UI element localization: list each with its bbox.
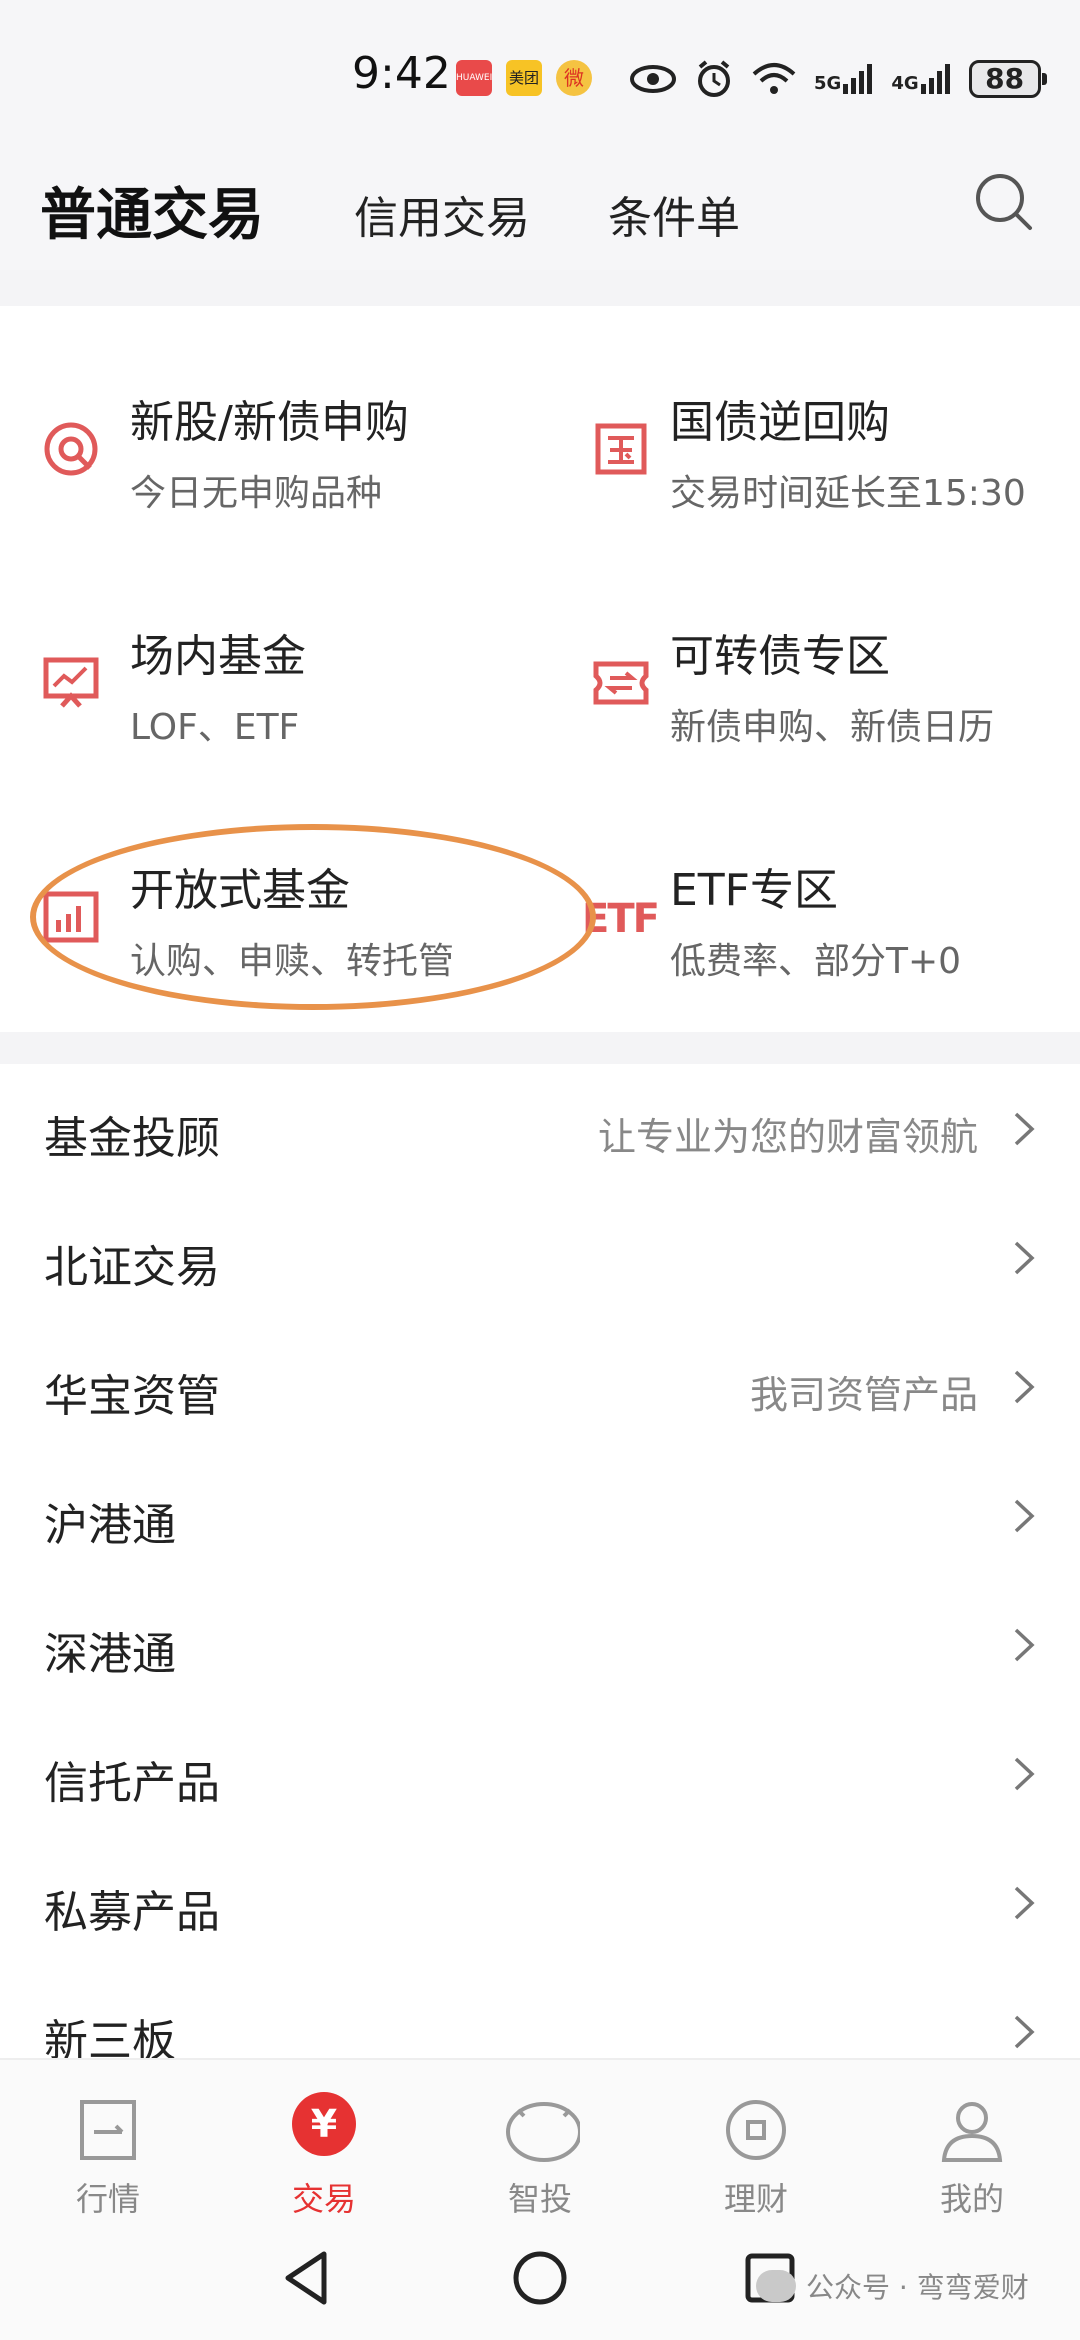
list-item-fund-advisory[interactable]: 基金投顾 让专业为您的财富领航 <box>0 1064 1080 1193</box>
convertible-bond-icon <box>593 661 649 705</box>
smart-invest-icon <box>506 2102 580 2162</box>
trade-grid: 新股/新债申购 今日无申购品种 国债逆回购 交易时间延长至15:30 场内基金 … <box>0 306 1080 1032</box>
system-icons: 5G 4G 88 <box>630 54 1047 104</box>
tab-normal-trade[interactable]: 普通交易 <box>40 170 264 251</box>
eye-icon <box>630 65 676 93</box>
grid-item-open-end-fund[interactable]: 开放式基金 认购、申赎、转托管 <box>0 774 540 1008</box>
tabbar-label: 智投 <box>507 2180 572 2218</box>
signal-5g: 5G <box>814 64 873 94</box>
list-item-label: 北证交易 <box>44 1242 220 1293</box>
grid-subtitle: 交易时间延长至15:30 <box>670 473 1026 514</box>
grid-title: 新股/新债申购 <box>130 397 409 448</box>
list-item-trust-products[interactable]: 信托产品 <box>0 1709 1080 1838</box>
back-icon[interactable] <box>276 2246 340 2310</box>
section-divider <box>0 1032 1080 1064</box>
system-nav-bar: 公众号 · 弯弯爱财 <box>0 2218 1080 2340</box>
grid-item-convertible-bond[interactable]: 可转债专区 新债申购、新债日历 <box>540 540 1080 774</box>
list-item-label: 深港通 <box>44 1629 176 1680</box>
grid-subtitle: 新债申购、新债日历 <box>670 707 995 748</box>
list-item-huabao-am[interactable]: 华宝资管 我司资管产品 <box>0 1322 1080 1451</box>
battery-indicator: 88 <box>968 60 1047 98</box>
tabbar-item-profile[interactable]: 我的 <box>864 2060 1080 2220</box>
status-bar: 9:42 HUAWEI 美团 微 5G 4G 88 <box>0 0 1080 140</box>
profile-icon <box>941 2102 1003 2162</box>
weibo-app-icon: 微 <box>556 60 592 96</box>
grid-title: 开放式基金 <box>130 865 350 916</box>
tabbar-label: 理财 <box>723 2180 788 2218</box>
header: 普通交易 信用交易 条件单 <box>0 140 1080 270</box>
list-item-desc: 让专业为您的财富领航 <box>597 1115 978 1159</box>
bar-chart-icon <box>43 891 99 943</box>
tabbar-label: 我的 <box>939 2180 1004 2218</box>
status-time: 9:42 <box>352 48 451 99</box>
grid-item-ipo[interactable]: 新股/新债申购 今日无申购品种 <box>0 306 540 540</box>
section-divider <box>0 270 1080 306</box>
tabbar-item-wealth[interactable]: 理财 <box>648 2060 864 2220</box>
grid-title: 可转债专区 <box>670 631 890 682</box>
tab-condition-order[interactable]: 条件单 <box>608 182 740 246</box>
watermark-text: 公众号 · 弯弯爱财 <box>806 2271 1029 2304</box>
list-item-desc: 我司资管产品 <box>749 1373 978 1417</box>
fund-monitor-icon <box>43 657 99 708</box>
huawei-app-icon: HUAWEI <box>456 60 492 96</box>
yuan-icon: ¥ <box>292 2092 356 2156</box>
market-icon <box>80 2100 136 2160</box>
tab-credit-trade[interactable]: 信用交易 <box>354 182 530 246</box>
list-item-label: 信托产品 <box>44 1758 220 1809</box>
list-item-sz-hk-connect[interactable]: 深港通 <box>0 1580 1080 1709</box>
grid-subtitle: 今日无申购品种 <box>130 473 383 514</box>
grid-subtitle: 低费率、部分T+0 <box>670 941 962 982</box>
tabbar-label: 行情 <box>75 2180 140 2218</box>
bottom-tab-bar: 行情 ¥ 交易 智投 理财 我的 <box>0 2058 1080 2220</box>
watermark: 公众号 · 弯弯爱财 <box>756 2266 1029 2306</box>
signal-bars-icon <box>843 64 873 94</box>
grid-subtitle: LOF、ETF <box>130 707 300 748</box>
chevron-right-icon <box>1014 2015 1035 2049</box>
chevron-right-icon <box>1014 1757 1035 1791</box>
signal-bars-icon <box>920 64 950 94</box>
grid-title: ETF专区 <box>670 865 838 916</box>
chevron-right-icon <box>1014 1112 1035 1146</box>
tabbar-item-market[interactable]: 行情 <box>0 2060 216 2220</box>
list-item-label: 基金投顾 <box>44 1113 220 1164</box>
grid-item-etf-zone[interactable]: ETF ETF专区 低费率、部分T+0 <box>540 774 1080 1008</box>
signal-4g: 4G <box>891 64 950 94</box>
grid-title: 国债逆回购 <box>670 397 890 448</box>
list-item-sh-hk-connect[interactable]: 沪港通 <box>0 1451 1080 1580</box>
grid-item-treasury-repo[interactable]: 国债逆回购 交易时间延长至15:30 <box>540 306 1080 540</box>
chevron-right-icon <box>1014 1499 1035 1533</box>
grid-item-exchange-fund[interactable]: 场内基金 LOF、ETF <box>0 540 540 774</box>
search-icon[interactable] <box>972 170 1036 234</box>
list-item-bse-trade[interactable]: 北证交易 <box>0 1193 1080 1322</box>
tabbar-item-trade[interactable]: ¥ 交易 <box>216 2060 432 2220</box>
list-item-label: 私募产品 <box>44 1887 220 1938</box>
home-icon[interactable] <box>508 2246 572 2310</box>
chevron-right-icon <box>1014 1886 1035 1920</box>
alarm-icon <box>698 60 730 97</box>
chevron-right-icon <box>1014 1370 1035 1404</box>
new-share-icon <box>44 422 98 476</box>
etf-icon: ETF <box>582 896 660 942</box>
tabbar-label: 交易 <box>291 2180 356 2218</box>
wealth-icon <box>726 2100 786 2160</box>
list-item-label: 华宝资管 <box>44 1371 220 1422</box>
list-item-private-products[interactable]: 私募产品 <box>0 1838 1080 1967</box>
meituan-app-icon: 美团 <box>506 60 542 96</box>
service-list: 基金投顾 让专业为您的财富领航 北证交易 华宝资管 我司资管产品 沪港通 深港通… <box>0 1064 1080 2096</box>
list-item-label: 沪港通 <box>44 1500 176 1551</box>
grid-subtitle: 认购、申赎、转托管 <box>130 941 455 982</box>
tabbar-item-smart-invest[interactable]: 智投 <box>432 2060 648 2220</box>
treasury-icon <box>595 423 647 475</box>
grid-title: 场内基金 <box>130 631 306 682</box>
chevron-right-icon <box>1014 1628 1035 1662</box>
wechat-icon <box>756 2270 796 2302</box>
wifi-icon <box>752 63 796 94</box>
chevron-right-icon <box>1014 1241 1035 1275</box>
